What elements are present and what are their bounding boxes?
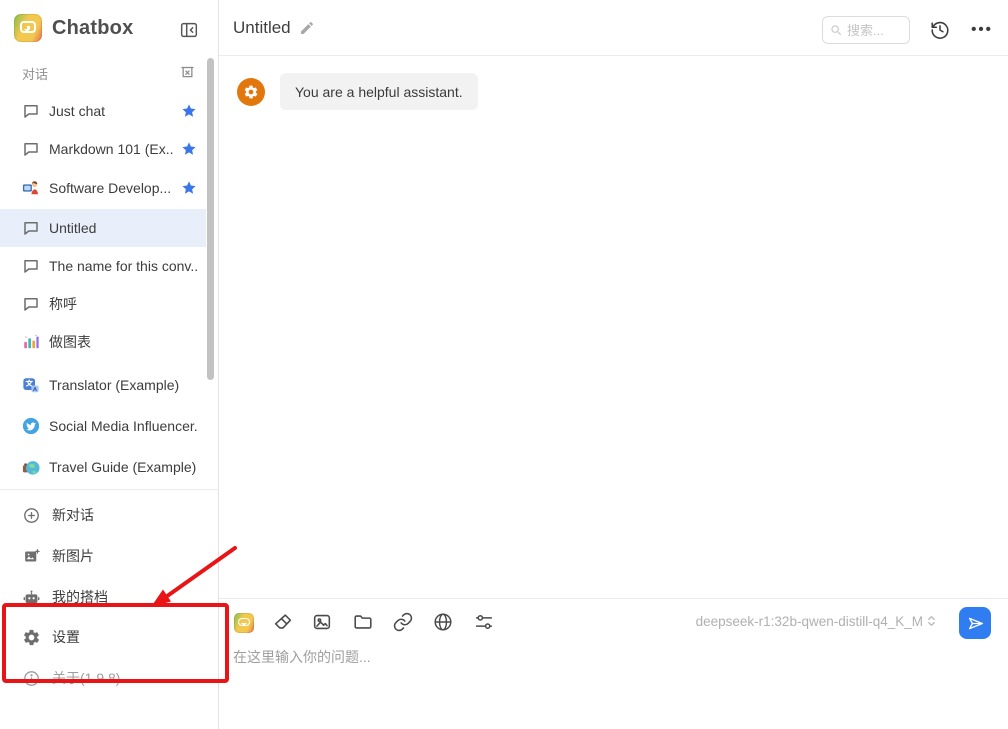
sidebar: Chatbox 对话 Just chat Markdown 101 (Ex...… <box>0 0 219 729</box>
edit-title-icon[interactable] <box>299 20 315 36</box>
conversation-label: Just chat <box>49 103 105 119</box>
conversation-item[interactable]: The name for this conv... <box>0 247 206 285</box>
menu-label: 设置 <box>52 627 80 647</box>
conversation-item[interactable]: Travel Guide (Example) <box>0 448 206 486</box>
conversation-item[interactable]: 做图表 <box>0 323 206 361</box>
new-image-icon <box>22 547 41 566</box>
link-icon[interactable] <box>392 611 414 633</box>
conversations-section-label: 对话 <box>22 64 48 83</box>
sidebar-scrollbar[interactable] <box>207 58 214 380</box>
page-title: Untitled <box>233 18 291 38</box>
translator-icon: A <box>22 376 40 394</box>
model-selector[interactable]: deepseek-r1:32b-qwen-distill-q4_K_M <box>696 613 938 629</box>
menu-label: 新图片 <box>52 546 94 566</box>
conversation-label: Travel Guide (Example) <box>49 459 196 475</box>
conversation-label: Translator (Example) <box>49 377 179 393</box>
attach-file-icon[interactable] <box>352 611 374 633</box>
system-message-avatar[interactable] <box>237 78 265 106</box>
app-title: Chatbox <box>52 17 133 40</box>
star-icon[interactable] <box>181 103 197 119</box>
about-button[interactable]: 关于(1.9.8) <box>0 659 206 697</box>
chat-bubble-icon <box>22 102 40 120</box>
clear-conversations-icon[interactable] <box>178 62 197 81</box>
conversation-item[interactable]: A Translator (Example) <box>0 366 206 404</box>
send-icon <box>966 614 985 633</box>
travel-globe-icon <box>22 458 40 476</box>
search-input[interactable] <box>847 23 899 38</box>
info-icon <box>22 669 41 688</box>
conversation-label: The name for this conv... <box>49 258 199 274</box>
conversation-label: Social Media Influencer... <box>49 418 199 434</box>
star-icon[interactable] <box>181 180 197 196</box>
bar-chart-emoji-icon <box>22 333 40 351</box>
conversation-label: 称呼 <box>49 294 77 314</box>
settings-button[interactable]: 设置 <box>0 618 206 656</box>
web-browsing-globe-icon[interactable] <box>432 611 454 633</box>
plus-circle-icon <box>22 506 41 525</box>
sidebar-divider <box>0 489 219 490</box>
collapse-sidebar-icon[interactable] <box>178 19 200 41</box>
app-brand: Chatbox <box>14 14 133 42</box>
star-icon[interactable] <box>181 141 197 157</box>
menu-label: 我的搭档 <box>52 587 108 607</box>
chatbox-mini-logo-icon[interactable] <box>233 612 255 634</box>
robot-icon <box>22 588 41 607</box>
developer-emoji-icon <box>22 179 40 197</box>
attach-image-icon[interactable] <box>311 611 333 633</box>
chatbox-app-window: Chatbox 对话 Just chat Markdown 101 (Ex...… <box>0 0 1008 729</box>
conversation-item[interactable]: 称呼 <box>0 285 206 323</box>
conversation-item[interactable]: Software Develop... <box>0 169 206 207</box>
new-image-button[interactable]: 新图片 <box>0 537 206 575</box>
chat-bubble-icon <box>22 219 40 237</box>
conversation-label: Markdown 101 (Ex... <box>49 141 174 157</box>
model-name: deepseek-r1:32b-qwen-distill-q4_K_M <box>696 614 923 629</box>
composer-divider <box>219 598 1008 599</box>
gear-icon <box>22 628 41 647</box>
more-options-icon[interactable]: ••• <box>966 18 998 42</box>
history-icon[interactable] <box>929 19 951 41</box>
conversation-label: 做图表 <box>49 332 91 352</box>
header-divider <box>219 55 1008 56</box>
menu-label: 新对话 <box>52 505 94 525</box>
my-copilots-button[interactable]: 我的搭档 <box>0 578 206 616</box>
search-box[interactable] <box>822 16 910 44</box>
chat-bubble-icon <box>22 257 40 275</box>
system-message-bubble: You are a helpful assistant. <box>280 73 478 110</box>
chevron-up-down-icon <box>925 613 938 629</box>
send-button[interactable] <box>959 607 991 639</box>
system-message-text: You are a helpful assistant. <box>295 84 463 100</box>
conversation-item[interactable]: Markdown 101 (Ex... <box>0 130 206 168</box>
eraser-icon[interactable] <box>272 611 294 633</box>
menu-label: 关于(1.9.8) <box>52 668 120 688</box>
chat-bubble-icon <box>22 295 40 313</box>
conversation-item[interactable]: Social Media Influencer... <box>0 407 206 445</box>
gear-icon <box>243 84 259 100</box>
chatbox-logo-icon <box>14 14 42 42</box>
conversation-label: Software Develop... <box>49 180 171 196</box>
conversation-label: Untitled <box>49 220 96 236</box>
chat-bubble-icon <box>22 140 40 158</box>
message-input[interactable] <box>233 645 663 669</box>
tune-settings-icon[interactable] <box>473 611 495 633</box>
search-icon <box>829 23 843 37</box>
conversation-item[interactable]: Just chat <box>0 92 206 130</box>
twitter-bird-icon <box>22 417 40 435</box>
new-chat-button[interactable]: 新对话 <box>0 496 206 534</box>
conversation-item-selected[interactable]: Untitled <box>0 209 206 247</box>
